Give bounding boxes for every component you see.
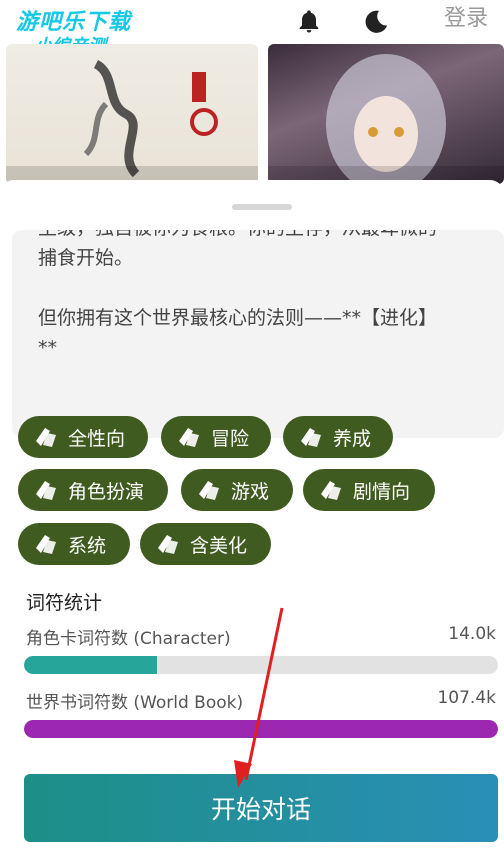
top-bar: 游吧乐下载 小编亲测 登录 [0,0,504,56]
description-box: 生级，独自被你为食粮。你的生存，从最卑微的 捕食开始。 但你拥有这个世界最核心的… [12,230,504,438]
description-line: ** [38,337,57,359]
detail-sheet: 生级，独自被你为食粮。你的生存，从最卑微的 捕食开始。 但你拥有这个世界最核心的… [0,180,504,854]
description-line: 捕食开始。 [38,247,134,269]
bell-icon[interactable] [293,6,325,38]
tag-label: 冒险 [211,427,250,450]
start-chat-button[interactable]: 开始对话 [24,774,498,842]
description-line: 生级，独自被你为食粮。你的生存，从最卑微的 [38,230,488,243]
character-token-label: 角色卡词符数 (Character) [26,629,231,649]
tag-chip[interactable]: 含美化 [140,523,271,565]
tag-label: 养成 [333,427,372,450]
card-right[interactable] [268,44,504,184]
card-right-art [326,54,446,184]
tag-label: 全性向 [68,427,126,450]
tag-chip[interactable]: 系统 [18,523,130,565]
tag-chip[interactable]: 全性向 [18,416,148,458]
tag-chip[interactable]: 角色扮演 [18,469,168,511]
character-token-value: 14.0k [448,624,496,644]
login-link[interactable]: 登录 [444,0,488,32]
character-token-bar-fill [24,656,157,674]
worldbook-token-value: 107.4k [437,688,496,708]
worldbook-token-bar [24,720,498,738]
drag-handle[interactable] [232,204,292,210]
worldbook-token-label: 世界书词符数 (World Book) [26,693,244,713]
tag-icon [158,535,178,554]
tag-chip[interactable]: 剧情向 [303,469,435,511]
tag-icon [36,481,56,500]
tag-icon [199,481,219,500]
character-token-bar [24,656,498,674]
tag-icon [36,428,56,447]
tag-chip[interactable]: 冒险 [161,416,271,458]
tag-label: 系统 [68,534,107,557]
watermark-line1: 游吧乐下载 [16,10,132,35]
background-cards [0,44,504,184]
token-stats-title: 词符统计 [26,592,103,614]
card-left-art [83,59,218,178]
description-line [38,273,488,303]
tag-chip[interactable]: 游戏 [181,469,293,511]
tag-icon [301,428,321,447]
description-line: 但你拥有这个世界最核心的法则——**【进化】 [38,307,438,329]
tag-label: 游戏 [231,480,270,503]
tag-label: 角色扮演 [68,480,145,503]
tag-icon [36,535,56,554]
tag-icon [179,428,199,447]
worldbook-token-bar-fill [24,720,498,738]
tag-icon [321,481,341,500]
tag-chip[interactable]: 养成 [283,416,393,458]
card-left[interactable] [6,44,258,184]
moon-icon[interactable] [360,6,392,38]
watermark: 游吧乐下载 小编亲测 [16,10,132,56]
tag-label: 剧情向 [353,480,411,503]
description-text: 生级，独自被你为食粮。你的生存，从最卑微的 捕食开始。 但你拥有这个世界最核心的… [38,230,488,363]
tag-label: 含美化 [190,534,248,557]
